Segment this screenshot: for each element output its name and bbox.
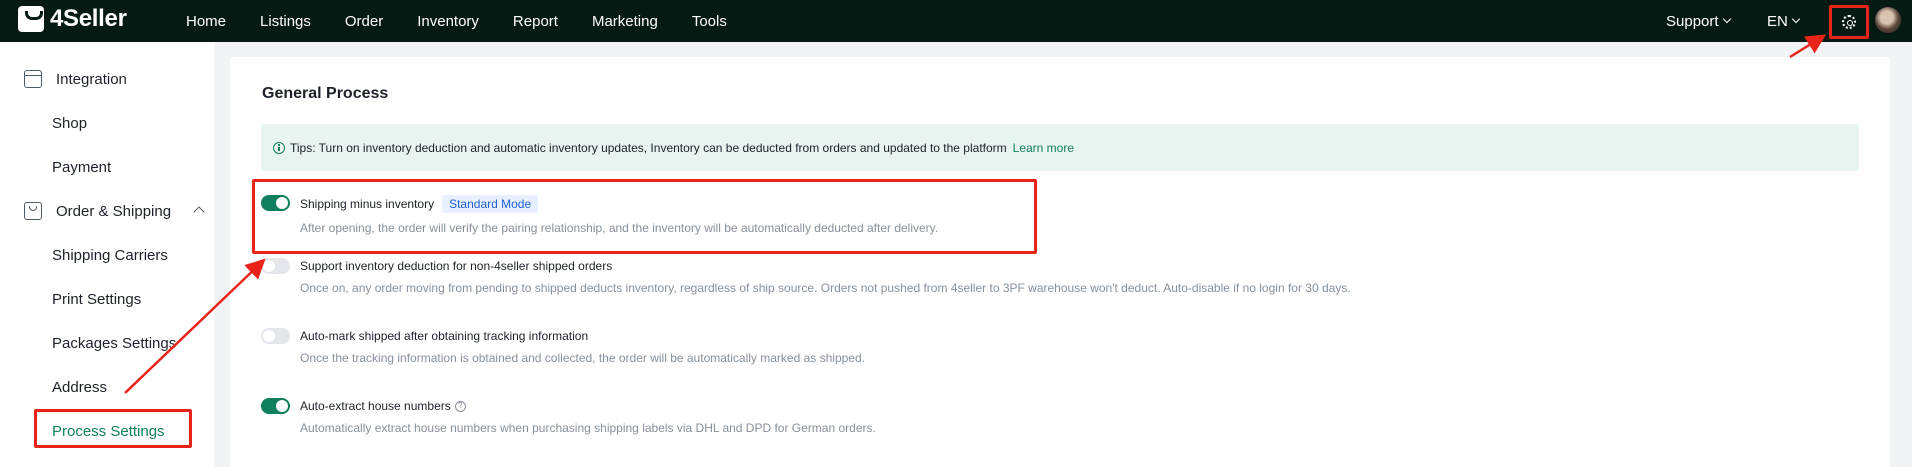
- sidebar-item-shipping-carriers[interactable]: Shipping Carriers: [0, 235, 214, 275]
- sidebar-item-label: Shop: [52, 114, 88, 132]
- setting-label: Auto-extract house numbers: [300, 399, 451, 413]
- setting-description: Automatically extract house numbers when…: [300, 421, 876, 435]
- question-help-icon[interactable]: ?: [454, 400, 466, 412]
- sidebar-item-label: Print Settings: [52, 290, 142, 308]
- sidebar-item-shop[interactable]: Shop: [0, 103, 214, 143]
- nav-marketing[interactable]: Marketing: [592, 13, 658, 30]
- toggle-knob: [263, 260, 275, 272]
- main-content-card: General Process Tips: Turn on inventory …: [230, 57, 1890, 467]
- nav-order[interactable]: Order: [345, 13, 383, 30]
- chevron-up-icon: [193, 206, 205, 218]
- language-label: EN: [1767, 12, 1788, 30]
- info-icon: [273, 141, 285, 154]
- sidebar-item-order-shipping[interactable]: Order & Shipping: [0, 191, 214, 231]
- chevron-down-icon: [1722, 14, 1731, 24]
- tips-banner: Tips: Turn on inventory deduction and au…: [261, 124, 1859, 171]
- sidebar-item-payment[interactable]: Payment: [0, 147, 214, 187]
- avatar[interactable]: [1875, 7, 1901, 33]
- nav-home[interactable]: Home: [186, 13, 226, 30]
- setting-description: Once the tracking information is obtaine…: [300, 351, 865, 365]
- sidebar-item-packages-settings[interactable]: Packages Settings: [0, 323, 214, 363]
- setting-label-row: Auto-extract house numbers ?: [300, 398, 466, 414]
- sidebar-item-label: Shipping Carriers: [52, 246, 168, 264]
- sidebar-item-label: Address: [52, 378, 108, 396]
- nav-tools[interactable]: Tools: [692, 13, 727, 30]
- settings-button[interactable]: [1829, 5, 1869, 39]
- nav-inventory[interactable]: Inventory: [417, 13, 479, 30]
- sidebar-item-label: Payment: [52, 158, 112, 176]
- top-navigation-bar: 4Seller Home Listings Order Inventory Re…: [0, 0, 1912, 42]
- sidebar-item-address[interactable]: Address: [0, 367, 214, 407]
- brand-name: 4Seller: [50, 5, 127, 32]
- annotation-highlight-setting: [252, 179, 1037, 254]
- settings-sidebar: Integration Shop Payment Order & Shippin…: [0, 42, 214, 467]
- sidebar-item-print-settings[interactable]: Print Settings: [0, 279, 214, 319]
- setting-label: Support inventory deduction for non-4sel…: [300, 259, 613, 273]
- nav-listings[interactable]: Listings: [260, 13, 311, 30]
- sidebar-item-label: Order & Shipping: [56, 202, 172, 220]
- setting-label: Auto-mark shipped after obtaining tracki…: [300, 329, 589, 343]
- bag-logo-icon: [18, 6, 44, 32]
- chevron-down-icon: [1791, 14, 1801, 24]
- auto-extract-house-numbers-toggle[interactable]: [261, 398, 290, 414]
- page-title: General Process: [262, 85, 389, 102]
- nav-report[interactable]: Report: [513, 13, 558, 30]
- annotation-highlight-sidebar: [34, 409, 192, 448]
- toggle-knob: [263, 330, 275, 342]
- auto-mark-shipped-toggle[interactable]: [261, 328, 290, 344]
- toggle-knob: [276, 400, 288, 412]
- sidebar-item-integration[interactable]: Integration: [0, 59, 214, 99]
- main-nav: Home Listings Order Inventory Report Mar…: [186, 0, 761, 42]
- brand-logo[interactable]: 4Seller: [18, 5, 127, 33]
- order-icon: [24, 202, 42, 220]
- setting-description: Once on, any order moving from pending t…: [300, 281, 1351, 295]
- learn-more-link[interactable]: Learn more: [1013, 141, 1074, 155]
- support-dropdown[interactable]: Support: [1666, 0, 1731, 42]
- non-4seller-deduction-toggle[interactable]: [261, 258, 290, 274]
- integration-icon: [24, 70, 42, 88]
- tips-text: Tips: Turn on inventory deduction and au…: [290, 140, 1007, 155]
- language-dropdown[interactable]: EN: [1767, 0, 1801, 42]
- support-label: Support: [1666, 12, 1719, 30]
- sidebar-item-label: Packages Settings: [52, 334, 177, 352]
- gear-icon: [1842, 15, 1856, 29]
- sidebar-item-label: Integration: [56, 70, 127, 88]
